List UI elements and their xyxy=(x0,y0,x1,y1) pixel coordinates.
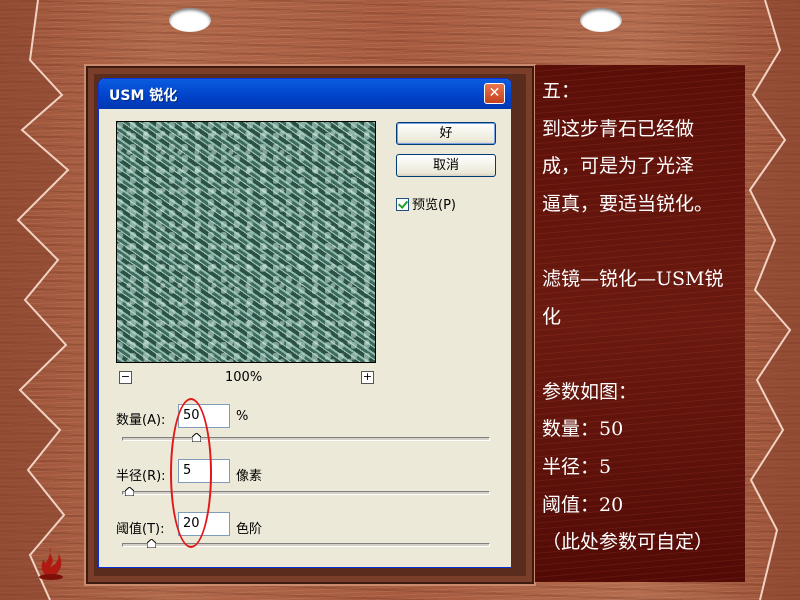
threshold-slider[interactable] xyxy=(122,543,490,547)
preview-checkbox-row[interactable]: 预览(P) xyxy=(396,194,456,213)
radius-input[interactable]: 5 xyxy=(178,459,230,483)
close-button[interactable]: ✕ xyxy=(484,83,505,104)
zoom-out-button[interactable]: − xyxy=(119,371,132,384)
zoom-level: 100% xyxy=(225,370,263,385)
radius-slider-thumb[interactable] xyxy=(125,487,135,496)
ok-button[interactable]: 好 xyxy=(396,122,496,145)
amount-label: 数量(A): xyxy=(116,413,166,428)
preview-checkbox-label: 预览(P) xyxy=(412,198,456,213)
amount-input[interactable]: 50 xyxy=(178,404,230,428)
amount-slider[interactable] xyxy=(122,437,490,441)
dialog-title: USM 锐化 xyxy=(109,88,178,104)
preview-image[interactable] xyxy=(116,121,376,363)
radius-slider[interactable] xyxy=(122,491,490,495)
title-bar[interactable]: USM 锐化 ✕ xyxy=(99,79,511,109)
threshold-label: 阈值(T): xyxy=(116,522,165,537)
threshold-unit: 色阶 xyxy=(236,522,263,537)
usm-sharpen-dialog: USM 锐化 ✕ − 100% + 好 取消 预览(P) 数量(A): 50 %… xyxy=(98,78,512,568)
torn-paper-right xyxy=(748,0,800,600)
torn-paper-left xyxy=(0,0,70,600)
preview-checkbox[interactable] xyxy=(396,198,409,211)
radius-label: 半径(R): xyxy=(116,469,166,484)
instruction-panel: 五： 到这步青石已经做 成，可是为了光泽 逼真，要适当锐化。 滤镜—锐化—USM… xyxy=(535,65,745,582)
threshold-slider-thumb[interactable] xyxy=(147,539,157,548)
instruction-text: 五： 到这步青石已经做 成，可是为了光泽 逼真，要适当锐化。 滤镜—锐化—USM… xyxy=(542,80,724,554)
threshold-input[interactable]: 20 xyxy=(178,512,230,536)
zoom-in-button[interactable]: + xyxy=(361,371,374,384)
amount-slider-thumb[interactable] xyxy=(191,433,201,442)
radius-unit: 像素 xyxy=(236,469,263,484)
binder-hole-right xyxy=(580,8,622,32)
flame-logo-icon xyxy=(39,547,63,580)
binder-hole-left xyxy=(169,8,211,32)
cancel-button[interactable]: 取消 xyxy=(396,154,496,177)
amount-unit: % xyxy=(236,409,249,424)
